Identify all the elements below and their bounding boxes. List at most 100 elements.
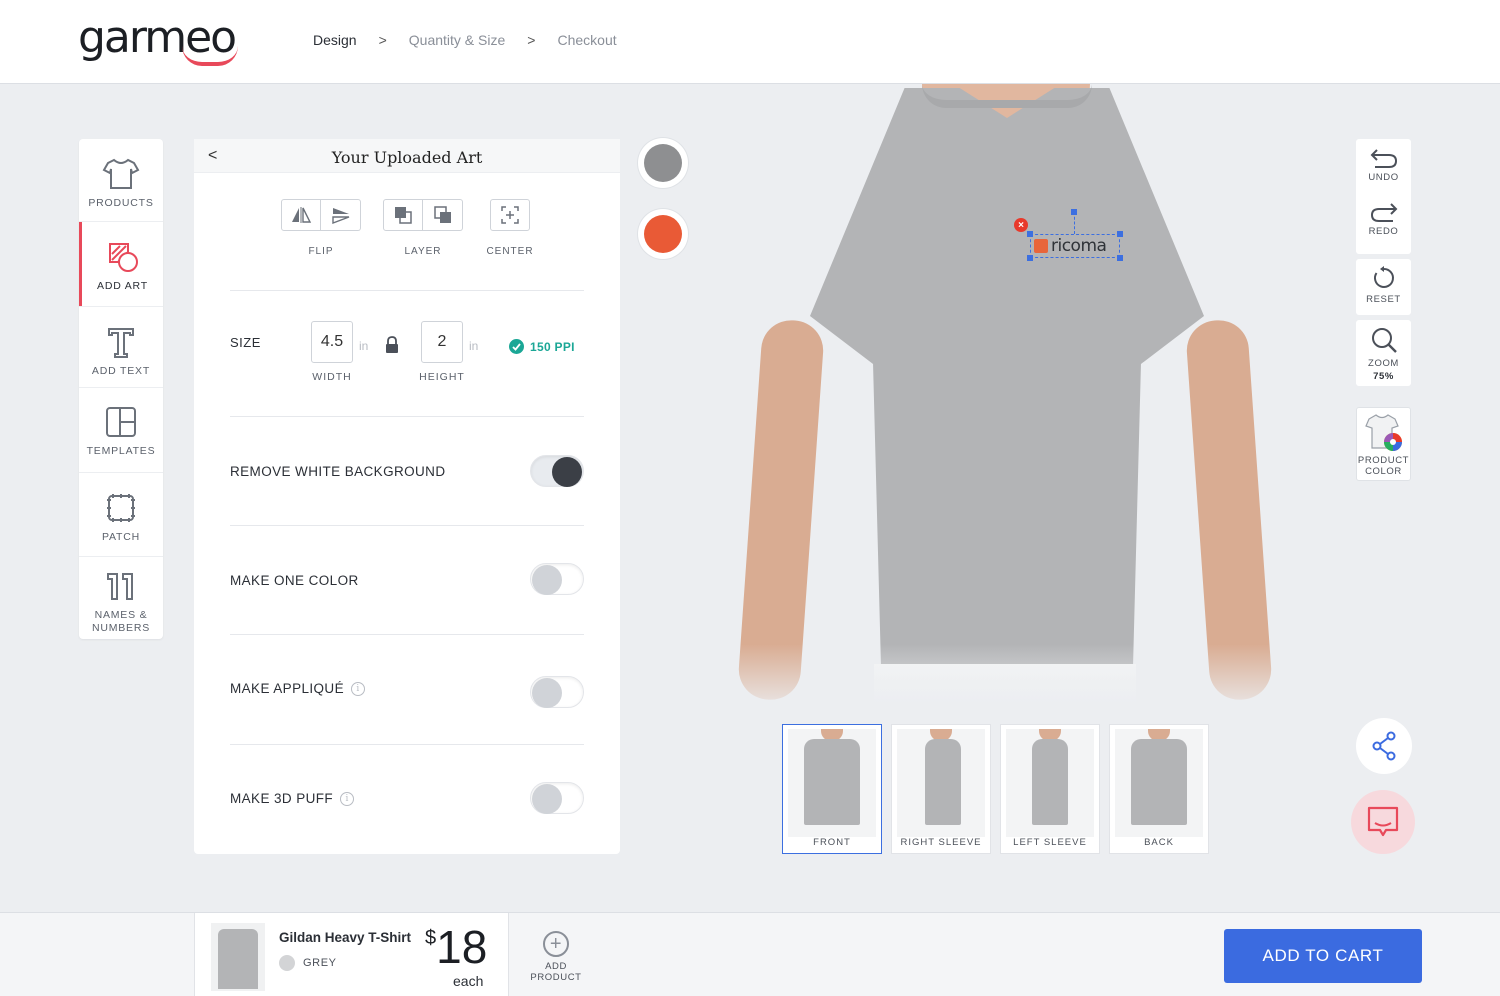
center-button-group bbox=[490, 199, 530, 231]
resize-handle[interactable] bbox=[1117, 231, 1123, 237]
sidebar-item-products[interactable]: PRODUCTS bbox=[79, 157, 163, 209]
chevron-right-icon: > bbox=[378, 32, 387, 48]
product-thumbnail[interactable] bbox=[211, 923, 265, 991]
width-caption: WIDTH bbox=[312, 371, 352, 383]
uploaded-art-logo[interactable]: ricoma bbox=[1034, 236, 1107, 256]
view-back[interactable]: BACK bbox=[1109, 724, 1209, 854]
sidebar-item-label: ADD TEXT bbox=[91, 365, 151, 377]
lock-icon[interactable] bbox=[385, 336, 399, 354]
step-quantity-size[interactable]: Quantity & Size bbox=[409, 32, 506, 48]
rotate-handle-line bbox=[1074, 212, 1075, 234]
make-one-color-toggle[interactable] bbox=[530, 563, 584, 595]
layer-button-group bbox=[383, 199, 463, 231]
sidebar-item-names-numbers[interactable]: NAMES & NUMBERS bbox=[79, 569, 163, 635]
share-icon bbox=[1372, 731, 1396, 761]
flip-horizontal-button[interactable] bbox=[281, 199, 321, 231]
panel-header: < Your Uploaded Art bbox=[194, 139, 620, 173]
resize-handle[interactable] bbox=[1117, 255, 1123, 261]
divider bbox=[79, 556, 163, 557]
product-color-label: PRODUCT bbox=[1357, 455, 1410, 466]
bring-forward-button[interactable] bbox=[383, 199, 423, 231]
product-color-button[interactable]: PRODUCT COLOR bbox=[1356, 407, 1411, 481]
sidebar-item-label: PRODUCTS bbox=[88, 197, 154, 209]
divider bbox=[230, 290, 584, 291]
center-label: CENTER bbox=[486, 246, 534, 257]
send-backward-button[interactable] bbox=[423, 199, 463, 231]
width-input[interactable]: 4.5 bbox=[311, 321, 353, 363]
undo-button[interactable]: UNDO bbox=[1356, 147, 1411, 183]
view-front[interactable]: FRONT bbox=[782, 724, 882, 854]
remove-white-bg-toggle[interactable] bbox=[530, 455, 584, 487]
reset-icon bbox=[1373, 266, 1394, 288]
delete-art-icon[interactable]: × bbox=[1014, 218, 1028, 232]
swatch-fill bbox=[644, 144, 682, 182]
swatch-fill bbox=[644, 215, 682, 253]
info-icon[interactable]: i bbox=[351, 681, 365, 696]
check-circle-icon bbox=[509, 339, 524, 354]
canvas-fade bbox=[724, 644, 1286, 716]
sidebar-item-add-art[interactable]: ADD ART bbox=[79, 222, 163, 306]
resize-handle[interactable] bbox=[1027, 255, 1033, 261]
zoom-button[interactable]: ZOOM 75% bbox=[1356, 320, 1411, 386]
divider bbox=[79, 306, 163, 307]
step-design[interactable]: Design bbox=[313, 32, 357, 48]
chat-support-button[interactable] bbox=[1351, 790, 1415, 854]
center-icon bbox=[501, 206, 519, 224]
redo-button[interactable]: REDO bbox=[1356, 201, 1411, 237]
product-color-indicator[interactable]: GREY bbox=[279, 955, 337, 971]
divider bbox=[79, 472, 163, 473]
ink-color-swatch-grey[interactable] bbox=[638, 138, 688, 188]
option-applique-label: MAKE APPLIQUÉ i bbox=[230, 681, 365, 696]
option-label: MAKE 3D PUFF bbox=[230, 791, 334, 806]
make-applique-toggle[interactable] bbox=[530, 676, 584, 708]
ink-color-swatch-orange[interactable] bbox=[638, 209, 688, 259]
uploaded-art-panel: < Your Uploaded Art FLIP LAYER CENTER SI… bbox=[194, 139, 620, 854]
sidebar-item-patch[interactable]: PATCH bbox=[79, 491, 163, 543]
bottom-bar: Gildan Heavy T-Shirt GREY $ 18 each + AD… bbox=[0, 912, 1500, 996]
add-product-label: ADD bbox=[545, 961, 567, 972]
sidebar-item-label: TEMPLATES bbox=[86, 445, 156, 457]
divider bbox=[230, 416, 584, 417]
price-unit: each bbox=[453, 973, 484, 989]
panel-title: Your Uploaded Art bbox=[331, 148, 483, 167]
view-label: BACK bbox=[1144, 837, 1174, 848]
product-color-name: GREY bbox=[303, 957, 337, 969]
sidebar-item-templates[interactable]: TEMPLATES bbox=[79, 405, 163, 457]
sidebar-item-label: NAMES & bbox=[94, 609, 148, 621]
sidebar-item-label: NUMBERS bbox=[91, 622, 151, 634]
patch-icon bbox=[107, 494, 135, 522]
redo-icon bbox=[1370, 203, 1397, 222]
add-product-button[interactable]: + ADD PRODUCT bbox=[520, 931, 592, 983]
flip-horizontal-icon bbox=[292, 207, 312, 223]
redo-label: REDO bbox=[1368, 226, 1399, 237]
share-button[interactable] bbox=[1356, 718, 1412, 774]
resize-handle[interactable] bbox=[1027, 231, 1033, 237]
height-input[interactable]: 2 bbox=[421, 321, 463, 363]
make-3d-puff-toggle[interactable] bbox=[530, 782, 584, 814]
add-product-label: PRODUCT bbox=[530, 972, 582, 983]
undo-label: UNDO bbox=[1368, 172, 1399, 183]
art-logo-text: ricoma bbox=[1051, 236, 1107, 256]
numbers-icon bbox=[107, 573, 133, 600]
option-label: REMOVE WHITE BACKGROUND bbox=[230, 464, 446, 479]
option-3d-puff-label: MAKE 3D PUFF i bbox=[230, 791, 355, 806]
undo-redo-group: UNDO REDO bbox=[1356, 139, 1411, 254]
sidebar-item-add-text[interactable]: ADD TEXT bbox=[79, 325, 163, 377]
design-canvas[interactable]: ricoma × bbox=[724, 84, 1286, 716]
height-unit: in bbox=[469, 339, 479, 353]
rotate-handle[interactable] bbox=[1071, 209, 1077, 215]
option-remove-white-bg-label: REMOVE WHITE BACKGROUND bbox=[230, 464, 445, 479]
view-right-sleeve[interactable]: RIGHT SLEEVE bbox=[891, 724, 991, 854]
back-view-thumbnail bbox=[1115, 729, 1203, 837]
step-checkout[interactable]: Checkout bbox=[557, 32, 616, 48]
flip-button-group bbox=[281, 199, 361, 231]
center-button[interactable] bbox=[490, 199, 530, 231]
add-art-icon bbox=[108, 243, 138, 272]
info-icon[interactable]: i bbox=[340, 791, 355, 806]
reset-button[interactable]: RESET bbox=[1356, 259, 1411, 315]
view-left-sleeve[interactable]: LEFT SLEEVE bbox=[1000, 724, 1100, 854]
add-to-cart-button[interactable]: ADD TO CART bbox=[1224, 929, 1422, 983]
design-tools-sidebar: PRODUCTS ADD ART ADD TEXT TEMPLATES PATC… bbox=[79, 139, 163, 639]
zoom-label: ZOOM bbox=[1368, 358, 1399, 369]
flip-vertical-button[interactable] bbox=[321, 199, 361, 231]
